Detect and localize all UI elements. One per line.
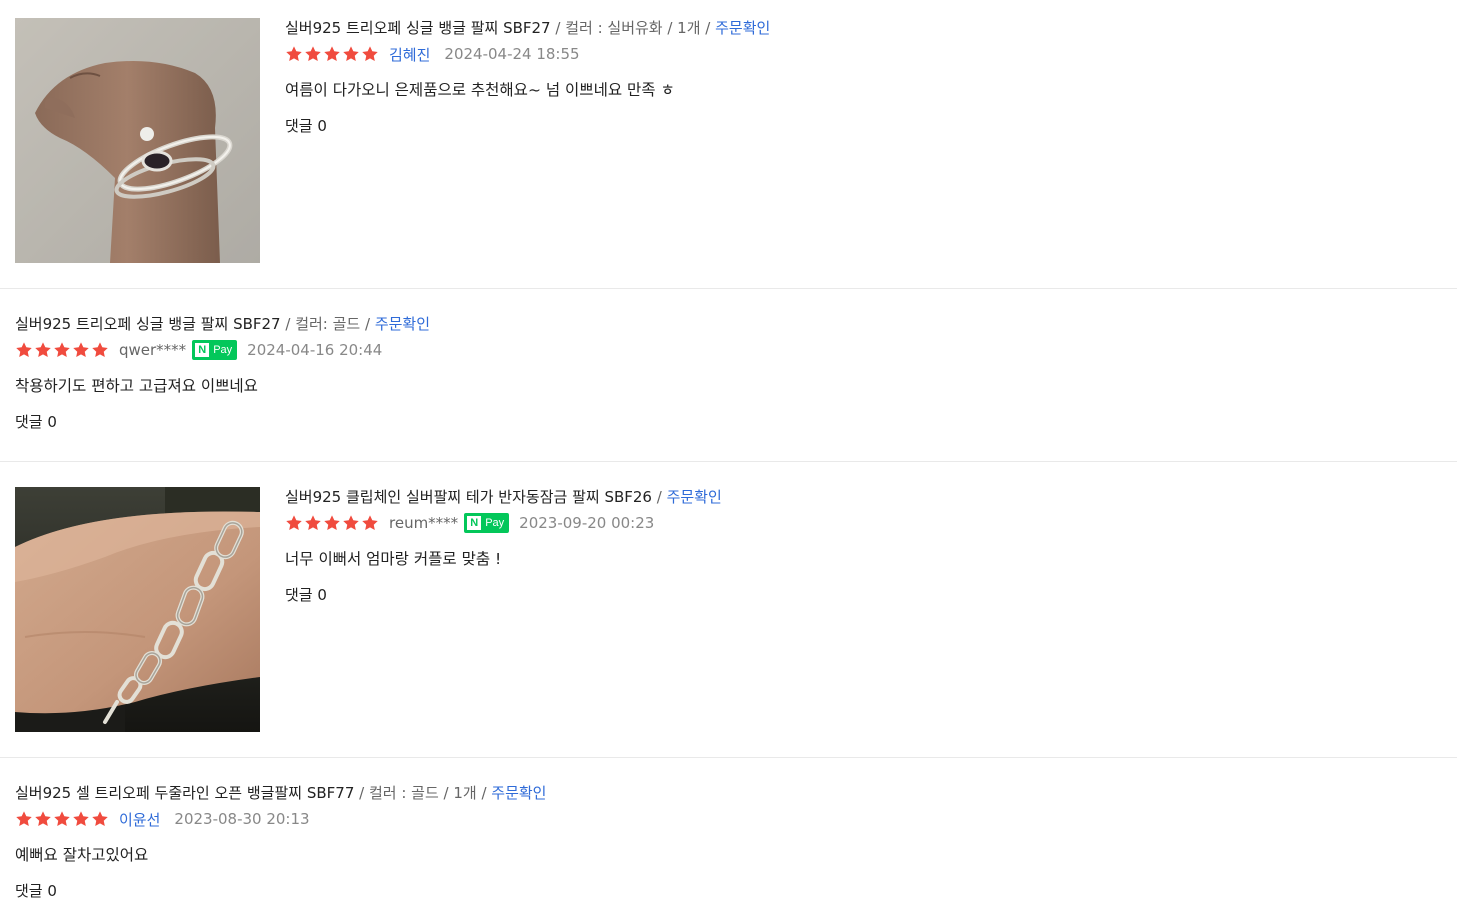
review-date: 2023-08-30 20:13: [174, 810, 310, 828]
star-icon: [305, 46, 321, 62]
npay-label: Pay: [213, 344, 233, 356]
review-product-line: 실버925 트리오페 싱글 뱅글 팔찌 SBF27 / 컬러: 골드 / 주문확…: [15, 313, 430, 335]
product-name: 실버925 클립체인 실버팔찌 테가 반자동잠금 팔찌 SBF26: [285, 488, 652, 506]
star-icon: [54, 342, 70, 358]
review-meta: qwer**** N Pay 2024-04-16 20:44: [15, 339, 430, 361]
review-author: qwer****: [119, 341, 187, 359]
star-icon: [286, 515, 302, 531]
order-check-link[interactable]: 주문확인: [491, 784, 546, 802]
review-text: 착용하기도 편하고 고급져요 이쁘네요: [15, 377, 258, 395]
order-check-link[interactable]: 주문확인: [375, 315, 430, 333]
npay-n-icon: N: [195, 343, 210, 357]
star-icon: [16, 342, 32, 358]
review-photo[interactable]: [15, 487, 260, 732]
review-item: 실버925 트리오페 싱글 뱅글 팔찌 SBF27 / 컬러: 골드 / 주문확…: [0, 289, 1457, 462]
rating-stars: [15, 341, 109, 359]
star-icon: [54, 811, 70, 827]
star-icon: [92, 342, 108, 358]
comments-link[interactable]: 댓글 0: [15, 411, 57, 433]
review-item: 실버925 셀 트리오페 두줄라인 오픈 뱅글팔찌 SBF77 / 컬러 : 골…: [0, 758, 1457, 921]
chain-bracelet-photo-image: [15, 487, 260, 732]
product-option: /: [651, 488, 667, 506]
comments-link[interactable]: 댓글 0: [285, 115, 327, 137]
review-item: 실버925 트리오페 싱글 뱅글 팔찌 SBF27 / 컬러 : 실버유화 / …: [0, 0, 1457, 289]
review-content: 실버925 셀 트리오페 두줄라인 오픈 뱅글팔찌 SBF77 / 컬러 : 골…: [15, 782, 546, 902]
review-content: 실버925 클립체인 실버팔찌 테가 반자동잠금 팔찌 SBF26 / 주문확인…: [285, 486, 722, 606]
review-author: 이윤선: [119, 810, 161, 829]
review-meta: reum**** N Pay 2023-09-20 00:23: [285, 512, 722, 534]
npay-label: Pay: [485, 517, 505, 529]
review-content: 실버925 트리오페 싱글 뱅글 팔찌 SBF27 / 컬러 : 실버유화 / …: [285, 17, 770, 137]
star-icon: [73, 811, 89, 827]
star-icon: [343, 46, 359, 62]
review-author: reum****: [389, 514, 459, 532]
review-date: 2024-04-16 20:44: [247, 341, 383, 359]
comments-link[interactable]: 댓글 0: [285, 584, 327, 606]
product-option: / 컬러: 골드 /: [280, 315, 375, 333]
npay-badge: N Pay: [464, 513, 510, 533]
star-icon: [324, 515, 340, 531]
review-content: 실버925 트리오페 싱글 뱅글 팔찌 SBF27 / 컬러: 골드 / 주문확…: [15, 313, 430, 433]
review-product-line: 실버925 트리오페 싱글 뱅글 팔찌 SBF27 / 컬러 : 실버유화 / …: [285, 17, 770, 39]
rating-stars: [15, 810, 109, 828]
rating-stars: [285, 45, 379, 63]
product-option: / 컬러 : 실버유화 / 1개 /: [550, 19, 716, 37]
star-icon: [324, 46, 340, 62]
review-item: 실버925 클립체인 실버팔찌 테가 반자동잠금 팔찌 SBF26 / 주문확인…: [0, 462, 1457, 758]
review-text: 여름이 다가오니 은제품으로 추천해요~ 넘 이쁘네요 만족 ㅎ: [285, 81, 675, 99]
rating-stars: [285, 514, 379, 532]
review-date: 2024-04-24 18:55: [444, 45, 580, 63]
star-icon: [362, 46, 378, 62]
review-text: 너무 이뻐서 엄마랑 커플로 맞춤 !: [285, 550, 502, 568]
star-icon: [362, 515, 378, 531]
review-meta: 이윤선 2023-08-30 20:13: [15, 808, 546, 830]
review-date: 2023-09-20 00:23: [519, 514, 655, 532]
review-product-line: 실버925 셀 트리오페 두줄라인 오픈 뱅글팔찌 SBF77 / 컬러 : 골…: [15, 782, 546, 804]
star-icon: [35, 811, 51, 827]
product-name: 실버925 트리오페 싱글 뱅글 팔찌 SBF27: [15, 315, 281, 333]
review-text: 예뻐요 잘차고있어요: [15, 846, 149, 864]
review-photo[interactable]: [15, 18, 260, 263]
npay-n-icon: N: [467, 516, 482, 530]
product-name: 실버925 셀 트리오페 두줄라인 오픈 뱅글팔찌 SBF77: [15, 784, 355, 802]
review-product-line: 실버925 클립체인 실버팔찌 테가 반자동잠금 팔찌 SBF26 / 주문확인: [285, 486, 722, 508]
star-icon: [73, 342, 89, 358]
product-name: 실버925 트리오페 싱글 뱅글 팔찌 SBF27: [285, 19, 551, 37]
star-icon: [16, 811, 32, 827]
star-icon: [92, 811, 108, 827]
review-meta: 김혜진 2024-04-24 18:55: [285, 43, 770, 65]
star-icon: [286, 46, 302, 62]
order-check-link[interactable]: 주문확인: [715, 19, 770, 37]
review-author: 김혜진: [389, 45, 431, 64]
star-icon: [305, 515, 321, 531]
product-option: / 컬러 : 골드 / 1개 /: [354, 784, 492, 802]
star-icon: [343, 515, 359, 531]
order-check-link[interactable]: 주문확인: [667, 488, 722, 506]
npay-badge: N Pay: [192, 340, 238, 360]
comments-link[interactable]: 댓글 0: [15, 880, 57, 902]
bangle-photo-image: [15, 18, 260, 263]
star-icon: [35, 342, 51, 358]
